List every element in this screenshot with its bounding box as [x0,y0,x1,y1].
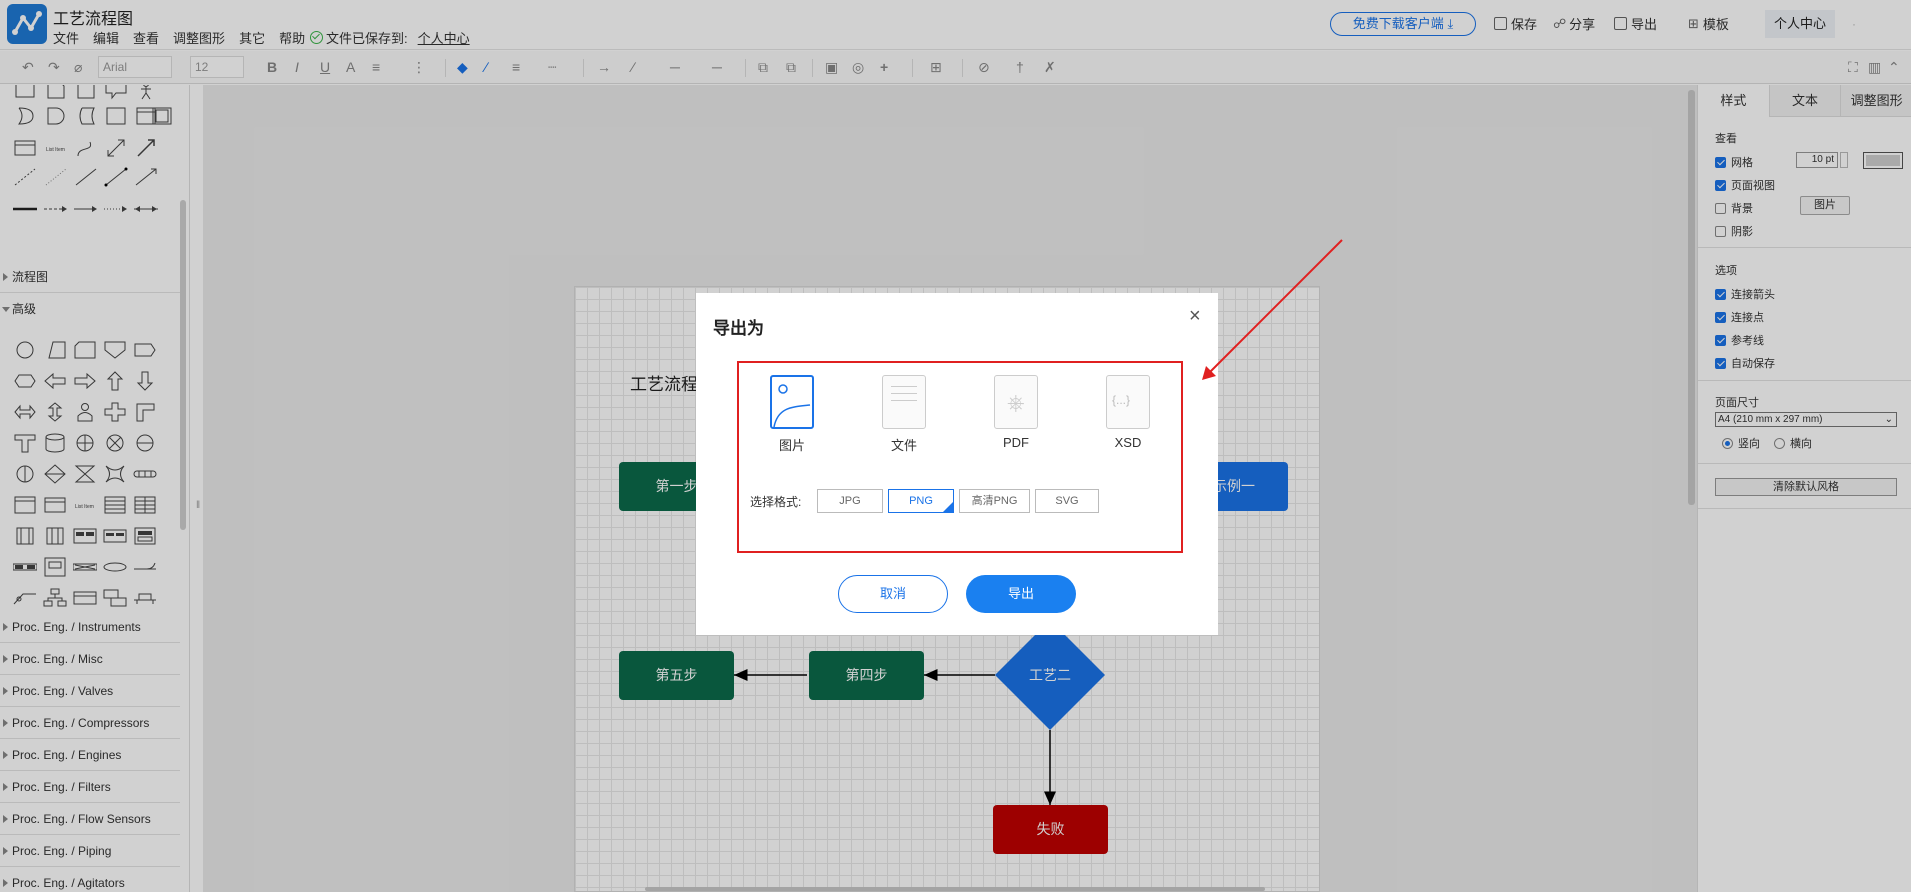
format-hd-png-button[interactable]: 高清PNG [959,489,1030,513]
export-option-label: PDF [1003,435,1029,450]
document-icon [882,375,926,429]
export-option-file[interactable]: 文件 [874,375,934,454]
close-icon[interactable]: × [1189,305,1201,328]
xsd-code-icon: {...} [1106,375,1150,429]
dialog-title: 导出为 [713,319,764,338]
xsd-glyph: {...} [1112,393,1131,407]
image-file-icon [770,375,814,429]
export-button[interactable]: 导出 [966,575,1076,613]
export-option-pdf[interactable]: ⎈ PDF [986,375,1046,450]
format-select-label: 选择格式: [750,495,802,509]
export-option-image[interactable]: 图片 [762,375,822,454]
export-dialog: 导出为 × 图片 文件 ⎈ PDF {...} XSD 选择格式: JPG PN… [696,293,1218,635]
export-option-label: 文件 [890,438,917,453]
format-svg-button[interactable]: SVG [1035,489,1099,513]
export-option-label: XSD [1114,435,1142,450]
pdf-icon: ⎈ [994,375,1038,429]
format-png-button[interactable]: PNG [888,489,954,513]
export-option-label: 图片 [778,438,805,453]
format-jpg-button[interactable]: JPG [817,489,883,513]
export-option-xsd[interactable]: {...} XSD [1098,375,1158,450]
cancel-button[interactable]: 取消 [838,575,948,613]
